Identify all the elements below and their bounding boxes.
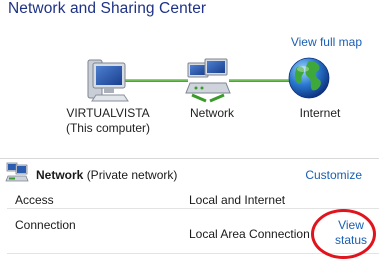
connection-value: Local Area Connection (189, 227, 310, 241)
globe-icon (288, 57, 330, 99)
computer-subtitle: (This computer) (65, 121, 151, 135)
computer-name: VIRTUALVISTA (66, 106, 150, 120)
network-type: (Private network) (86, 168, 178, 182)
customize-link[interactable]: Customize (305, 168, 362, 182)
network-label: Network (189, 106, 234, 120)
page-title: Network and Sharing Center (8, 0, 207, 17)
network-map (87, 57, 330, 103)
network-name: Network (36, 168, 84, 182)
network-node-icon (185, 58, 231, 103)
connection-key: Connection (15, 218, 76, 232)
link-pc-network (124, 79, 188, 82)
network-section-header: Network (Private network) Customize (0, 158, 379, 188)
link-network-internet (229, 79, 289, 82)
internet-label: Internet (299, 106, 341, 120)
view-full-map-link[interactable]: View full map (291, 35, 362, 49)
network-title: Network (Private network) (36, 168, 177, 182)
computer-icon (87, 59, 129, 102)
highlight-circle (311, 209, 376, 259)
access-row: Access Local and Internet (0, 193, 379, 213)
computer-label: VIRTUALVISTA (This computer) (58, 106, 158, 136)
access-key: Access (15, 193, 54, 207)
access-value: Local and Internet (189, 193, 286, 207)
network-icon (5, 162, 29, 182)
row-divider (7, 208, 379, 209)
